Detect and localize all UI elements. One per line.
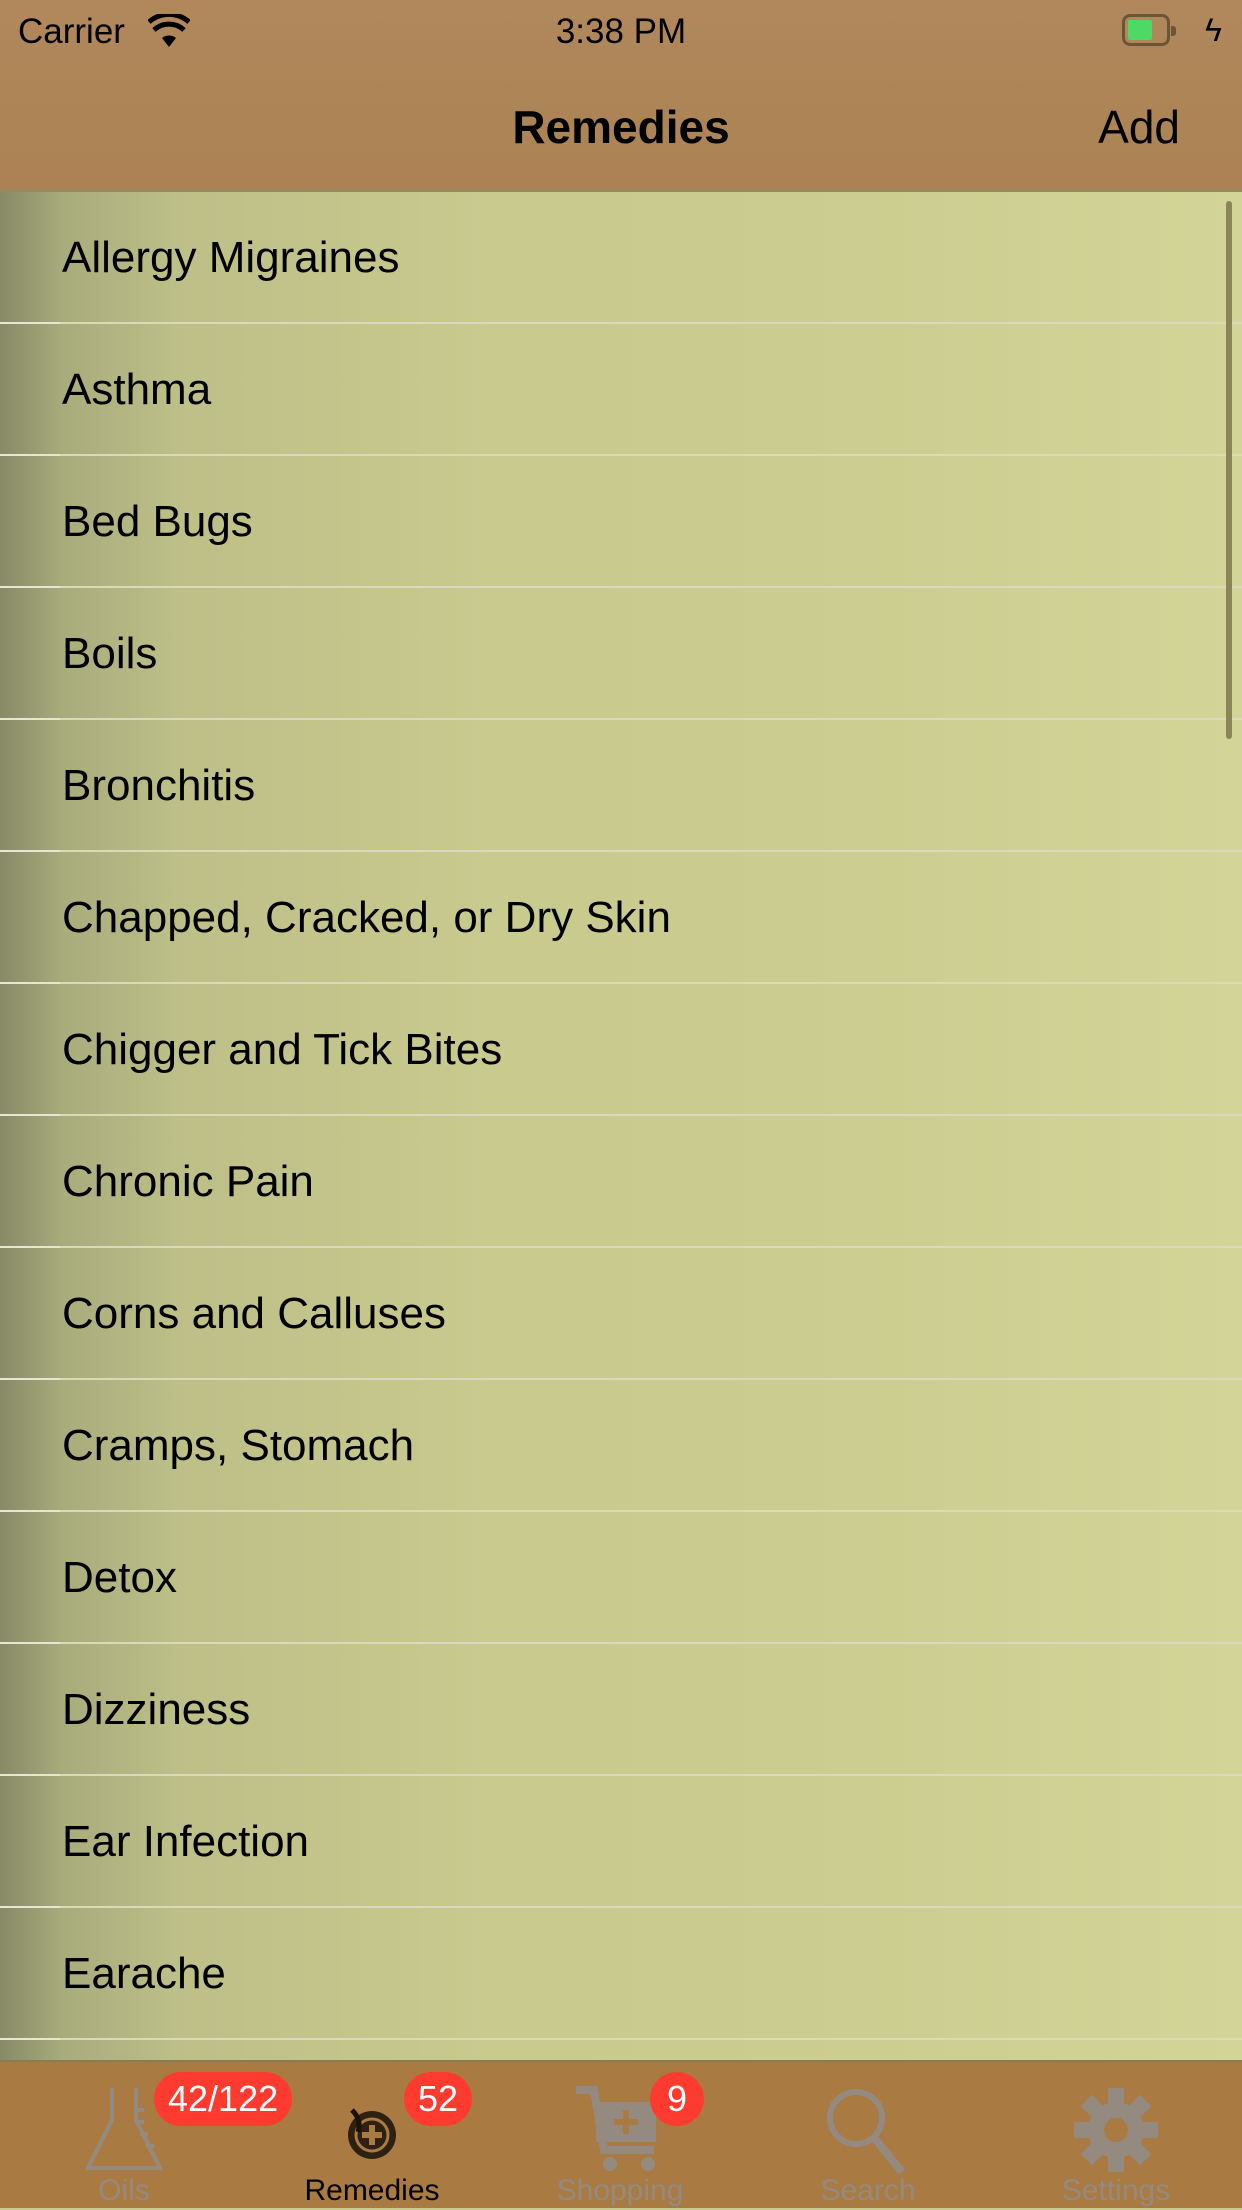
charging-bolt-icon: ϟ (1205, 12, 1222, 48)
tab-oils[interactable]: 42/122 Oils (0, 2062, 293, 2210)
remedies-list[interactable]: Allergy Migraines Asthma Bed Bugs Boils … (0, 192, 1242, 2060)
scrollbar[interactable] (1226, 201, 1232, 739)
remedies-badge: 52 (404, 2072, 473, 2126)
tab-shopping[interactable]: 9 Shopping (496, 2062, 744, 2210)
list-item[interactable]: Detox (0, 1512, 1242, 1644)
shopping-badge: 9 (650, 2072, 704, 2126)
tab-remedies[interactable]: 52 Remedies (248, 2062, 496, 2210)
list-item[interactable]: Bed Bugs (0, 456, 1242, 588)
list-item[interactable]: Chigger and Tick Bites (0, 984, 1242, 1116)
list-item[interactable]: Asthma (0, 324, 1242, 456)
tab-bar: 42/122 Oils 52 Remedies 9 Shopping Searc… (0, 2060, 1242, 2208)
list-item[interactable]: Dizziness (0, 1644, 1242, 1776)
clock: 3:38 PM (555, 12, 687, 51)
gear-icon (1074, 2088, 1158, 2172)
navigation-header: Carrier 3:38 PM ϟ Remedies Add (0, 0, 1242, 192)
tab-label: Search (820, 2174, 916, 2207)
battery-icon (1122, 14, 1176, 46)
list-item[interactable]: Cramps, Stomach (0, 1380, 1242, 1512)
tab-label: Oils (98, 2174, 150, 2207)
list-item[interactable]: Ear Infection (0, 1776, 1242, 1908)
tab-label: Settings (1061, 2174, 1171, 2207)
list-item[interactable]: Chronic Pain (0, 1116, 1242, 1248)
tab-label: Remedies (304, 2174, 440, 2207)
list-item[interactable]: Allergy Migraines (0, 192, 1242, 324)
tab-settings[interactable]: Settings (992, 2062, 1240, 2210)
list-item[interactable]: Chapped, Cracked, or Dry Skin (0, 852, 1242, 984)
list-item[interactable]: Earache (0, 1908, 1242, 2040)
list-item[interactable]: Boils (0, 588, 1242, 720)
list-item[interactable]: Bronchitis (0, 720, 1242, 852)
tab-search[interactable]: Search (744, 2062, 992, 2210)
add-button[interactable]: Add (1098, 100, 1180, 154)
list-item[interactable]: Corns and Calluses (0, 1248, 1242, 1380)
list-item[interactable] (0, 2040, 1242, 2060)
tab-label: Shopping (556, 2174, 684, 2207)
page-title: Remedies (512, 101, 730, 153)
search-icon (827, 2089, 906, 2175)
